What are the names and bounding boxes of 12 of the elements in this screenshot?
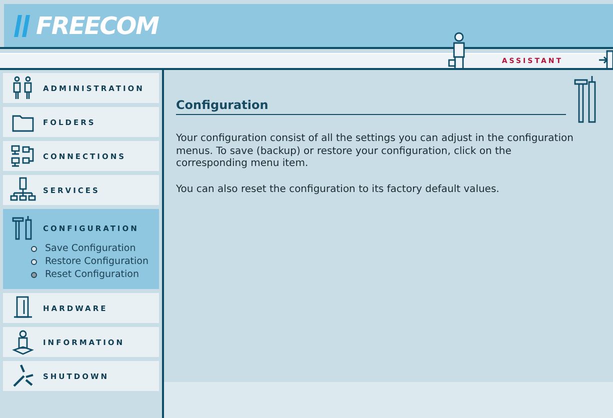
paragraph: You can also reset the configuration to its factory default values. (176, 184, 500, 196)
info-kiosk-icon (10, 329, 36, 355)
paragraph: Your configuration consist of all the settings you can adjust in the configuration menus. To save (backup) or restore your configuration, click on the corresponding menu item. (176, 133, 574, 170)
server-icon (10, 177, 36, 203)
submenu-link[interactable]: Save Configuration (45, 243, 153, 255)
submenu-link[interactable]: Reset Configuration (45, 269, 153, 281)
exit-icon[interactable] (599, 48, 613, 70)
logo: FREECOM (36, 12, 159, 40)
page-title: Configuration (176, 98, 566, 115)
submenu-link[interactable]: Restore Configuration (45, 256, 153, 268)
logo-bars-icon (14, 14, 30, 36)
network-icon (10, 143, 36, 169)
